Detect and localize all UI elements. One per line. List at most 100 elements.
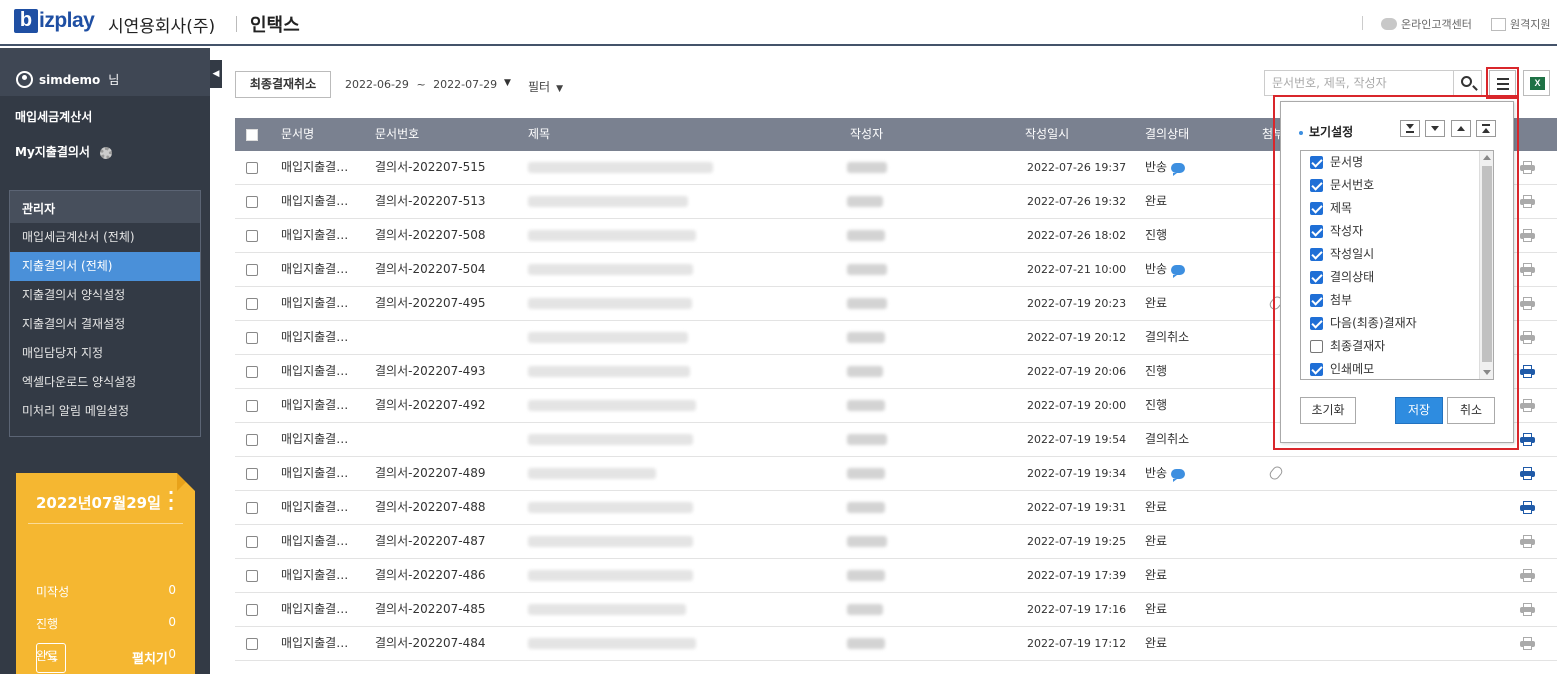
column-checkbox[interactable] xyxy=(1310,156,1323,169)
col-status[interactable]: 결의상태 xyxy=(1145,118,1189,151)
col-title[interactable]: 제목 xyxy=(528,118,550,151)
admin-item-tax-invoice-all[interactable]: 매입세금계산서 (전체) xyxy=(10,223,200,252)
row-checkbox[interactable] xyxy=(246,638,258,650)
row-checkbox[interactable] xyxy=(246,196,258,208)
printer-icon[interactable] xyxy=(1520,263,1535,276)
column-option[interactable]: 작성일시 xyxy=(1310,243,1374,266)
printer-icon[interactable] xyxy=(1520,569,1535,582)
comment-icon[interactable] xyxy=(1171,162,1186,176)
column-option[interactable]: 결의상태 xyxy=(1310,266,1374,289)
cell-title-redacted[interactable] xyxy=(528,366,690,377)
column-option[interactable]: 작성자 xyxy=(1310,220,1363,243)
printer-icon[interactable] xyxy=(1520,637,1535,650)
printer-icon[interactable] xyxy=(1520,365,1535,378)
row-checkbox[interactable] xyxy=(246,366,258,378)
column-option[interactable]: 문서번호 xyxy=(1310,174,1374,197)
column-checkbox[interactable] xyxy=(1310,202,1323,215)
column-checkbox[interactable] xyxy=(1310,340,1323,353)
move-up-button[interactable] xyxy=(1451,120,1471,137)
column-option[interactable]: 다음(최종)결재자 xyxy=(1310,312,1417,335)
table-row[interactable]: 매입지출결… 결의서-202207-484 2022-07-19 17:12 완료 xyxy=(235,627,1557,661)
column-checkbox[interactable] xyxy=(1310,317,1323,330)
admin-item-expense-approval-settings[interactable]: 지출결의서 결재설정 xyxy=(10,310,200,339)
table-row[interactable]: 매입지출결… 결의서-202207-486 2022-07-19 17:39 완료 xyxy=(235,559,1557,593)
stat-unwritten[interactable]: 미작성 0 xyxy=(36,583,176,600)
sidebar-collapse-button[interactable]: ◀ xyxy=(210,60,222,88)
date-range[interactable]: 2022-06-29 ~ 2022-07-29 xyxy=(345,78,497,91)
column-option[interactable]: 인쇄메모 xyxy=(1310,358,1374,379)
filter-dropdown[interactable]: 필터 ▼ xyxy=(528,78,563,95)
excel-download-button[interactable]: X xyxy=(1523,70,1550,96)
row-checkbox[interactable] xyxy=(246,570,258,582)
row-checkbox[interactable] xyxy=(246,502,258,514)
save-button[interactable]: 저장 xyxy=(1395,397,1443,424)
bizplay-logo[interactable]: b izplay xyxy=(14,9,95,33)
cell-title-redacted[interactable] xyxy=(528,332,688,343)
sidebar-item-my-expense[interactable]: My지출결의서 xyxy=(15,143,113,160)
cell-title-redacted[interactable] xyxy=(528,468,656,479)
move-down-button[interactable] xyxy=(1425,120,1445,137)
admin-item-expense-form-settings[interactable]: 지출결의서 양식설정 xyxy=(10,281,200,310)
printer-icon[interactable] xyxy=(1520,433,1535,446)
row-checkbox[interactable] xyxy=(246,230,258,242)
kebab-menu-icon[interactable]: · · · xyxy=(168,485,174,517)
column-checkbox[interactable] xyxy=(1310,248,1323,261)
cell-title-redacted[interactable] xyxy=(528,230,696,241)
cell-title-redacted[interactable] xyxy=(528,264,693,275)
search-button[interactable] xyxy=(1454,70,1482,96)
printer-icon[interactable] xyxy=(1520,535,1535,548)
printer-icon[interactable] xyxy=(1520,603,1535,616)
admin-item-pending-mail-settings[interactable]: 미처리 알림 메일설정 xyxy=(10,397,200,426)
printer-icon[interactable] xyxy=(1520,161,1535,174)
column-option[interactable]: 첨부 xyxy=(1310,289,1352,312)
row-checkbox[interactable] xyxy=(246,468,258,480)
col-created[interactable]: 작성일시 xyxy=(1025,118,1069,151)
search-input[interactable] xyxy=(1264,70,1454,96)
paperclip-icon[interactable] xyxy=(1267,464,1285,482)
table-row[interactable]: 매입지출결… 결의서-202207-485 2022-07-19 17:16 완료 xyxy=(235,593,1557,627)
cell-title-redacted[interactable] xyxy=(528,400,696,411)
table-row[interactable]: 매입지출결… 결의서-202207-489 2022-07-19 19:34 반송 xyxy=(235,457,1557,491)
select-all-checkbox[interactable] xyxy=(246,129,258,141)
column-checkbox[interactable] xyxy=(1310,363,1323,376)
final-approval-cancel-button[interactable]: 최종결재취소 xyxy=(235,71,331,98)
row-checkbox[interactable] xyxy=(246,434,258,446)
admin-item-purchase-manager[interactable]: 매입담당자 지정 xyxy=(10,339,200,368)
admin-item-excel-form-settings[interactable]: 엑셀다운로드 양식설정 xyxy=(10,368,200,397)
column-checkbox[interactable] xyxy=(1310,179,1323,192)
column-option[interactable]: 제목 xyxy=(1310,197,1352,220)
row-checkbox[interactable] xyxy=(246,264,258,276)
scroll-down-icon[interactable] xyxy=(1483,370,1491,375)
col-author[interactable]: 작성자 xyxy=(850,118,883,151)
row-checkbox[interactable] xyxy=(246,400,258,412)
printer-icon[interactable] xyxy=(1520,399,1535,412)
cell-title-redacted[interactable] xyxy=(528,604,686,615)
printer-icon[interactable] xyxy=(1520,501,1535,514)
column-checkbox[interactable] xyxy=(1310,294,1323,307)
column-checkbox[interactable] xyxy=(1310,271,1323,284)
row-checkbox[interactable] xyxy=(246,604,258,616)
remote-support-link[interactable]: 원격지원 xyxy=(1491,16,1550,32)
printer-icon[interactable] xyxy=(1520,195,1535,208)
column-checkbox[interactable] xyxy=(1310,225,1323,238)
scroll-up-icon[interactable] xyxy=(1483,155,1491,160)
online-support-link[interactable]: 온라인고객센터 xyxy=(1381,16,1472,32)
cell-title-redacted[interactable] xyxy=(528,536,693,547)
admin-item-expense-all[interactable]: 지출결의서 (전체) xyxy=(10,252,200,281)
row-checkbox[interactable] xyxy=(246,536,258,548)
view-settings-button[interactable] xyxy=(1489,70,1516,96)
printer-icon[interactable] xyxy=(1520,331,1535,344)
stat-done[interactable]: 완료 0 xyxy=(36,647,176,664)
cell-title-redacted[interactable] xyxy=(528,434,693,445)
stat-in-progress[interactable]: 진행 0 xyxy=(36,615,176,632)
reset-button[interactable]: 초기화 xyxy=(1300,397,1356,424)
cancel-button[interactable]: 취소 xyxy=(1447,397,1495,424)
cell-title-redacted[interactable] xyxy=(528,196,688,207)
user-bar[interactable]: simdemo 님 xyxy=(0,48,210,96)
cell-title-redacted[interactable] xyxy=(528,638,696,649)
table-row[interactable]: 매입지출결… 결의서-202207-488 2022-07-19 19:31 완료 xyxy=(235,491,1557,525)
move-bottom-button[interactable] xyxy=(1400,120,1420,137)
row-checkbox[interactable] xyxy=(246,298,258,310)
table-row[interactable]: 매입지출결… 결의서-202207-487 2022-07-19 19:25 완료 xyxy=(235,525,1557,559)
cell-title-redacted[interactable] xyxy=(528,298,692,309)
